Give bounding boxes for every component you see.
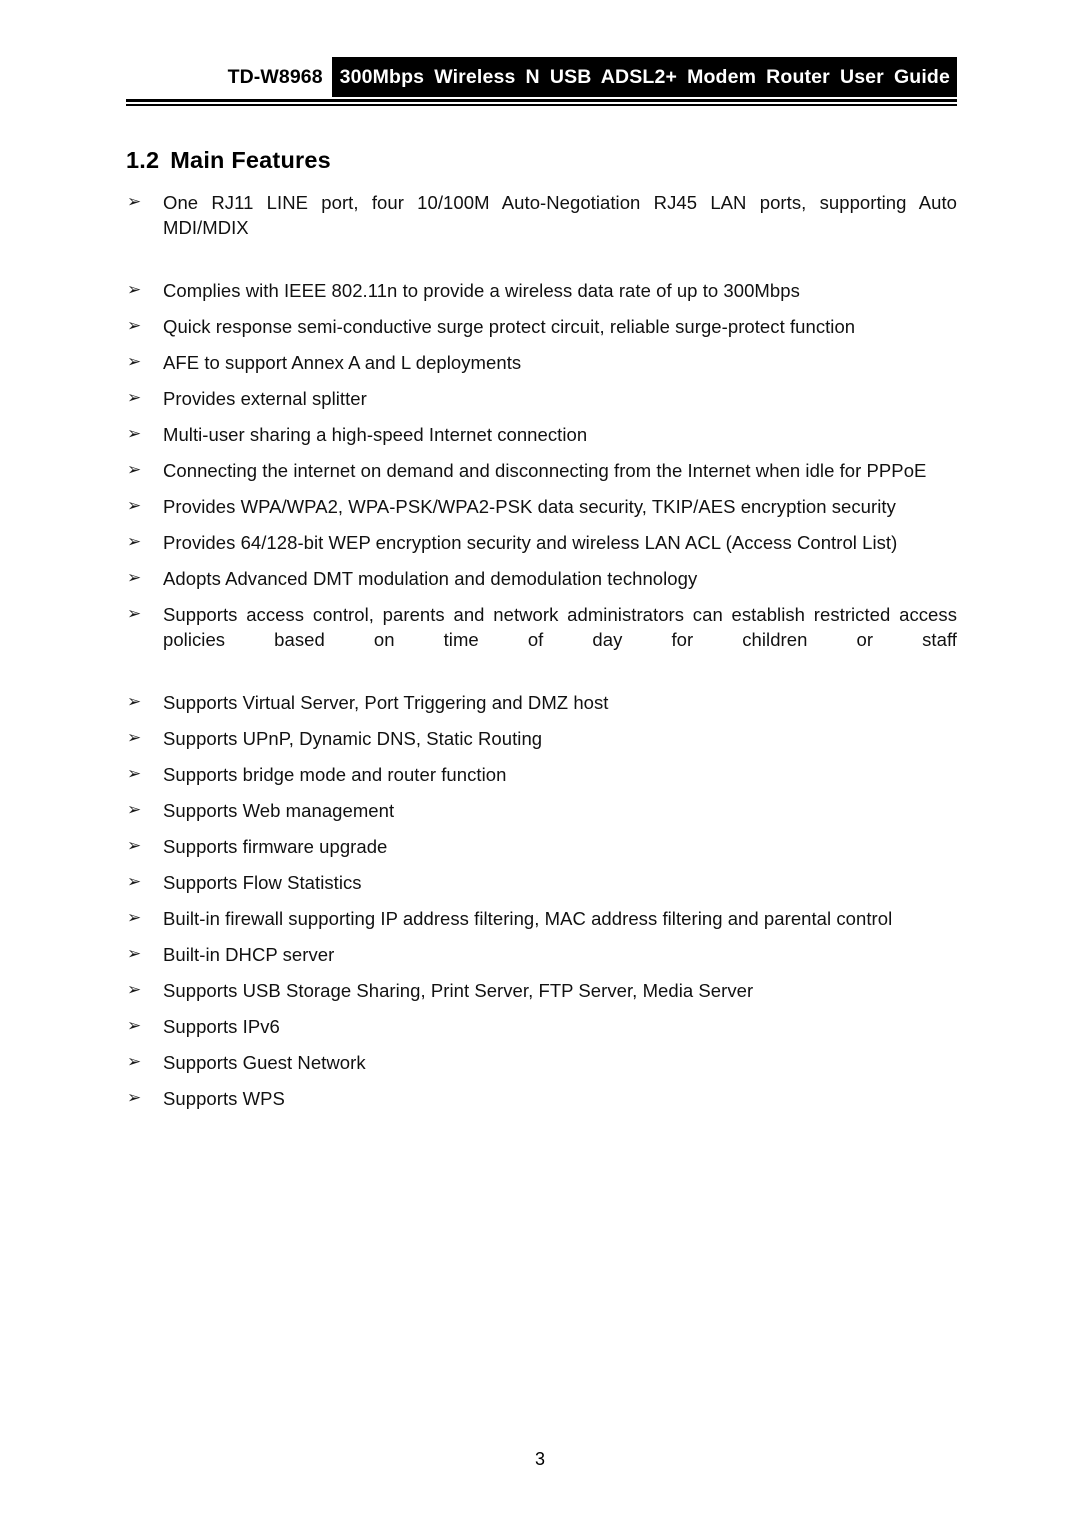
feature-item-text: Provides WPA/WPA2, WPA-PSK/WPA2-PSK data… bbox=[163, 496, 896, 517]
bullet-arrow-icon: ➢ bbox=[127, 532, 142, 552]
feature-list-item: ➢ Supports firmware upgrade bbox=[126, 834, 957, 859]
bullet-arrow-icon: ➢ bbox=[127, 192, 142, 212]
bullet-arrow-icon: ➢ bbox=[127, 872, 142, 892]
main-features-list: ➢ One RJ11 LINE port, four 10/100M Auto-N… bbox=[126, 190, 957, 1122]
bullet-arrow-icon: ➢ bbox=[127, 604, 142, 624]
feature-item-text: Multi-user sharing a high-speed Internet… bbox=[163, 424, 588, 445]
feature-list-item: ➢ Supports access control, parents and ne… bbox=[126, 602, 957, 677]
feature-item-text: Supports IPv6 bbox=[163, 1016, 280, 1037]
feature-item-text: Supports Virtual Server, Port Triggering… bbox=[163, 692, 609, 713]
feature-item-text: One RJ11 LINE port, four 10/100M Auto-Ne… bbox=[163, 192, 957, 238]
feature-list-item: ➢ Supports Guest Network bbox=[126, 1050, 957, 1075]
feature-list-item: ➢ Supports bridge mode and router functio… bbox=[126, 762, 957, 787]
section-number: 1.2 bbox=[126, 146, 160, 173]
page-number: 3 bbox=[534, 1449, 545, 1469]
bullet-arrow-icon: ➢ bbox=[127, 980, 142, 1000]
feature-list-item: ➢ Quick response semi-conductive surge pr… bbox=[126, 314, 957, 339]
feature-list-item: ➢ Complies with IEEE 802.11n to provide a… bbox=[126, 278, 957, 303]
feature-item-text: Supports firmware upgrade bbox=[163, 836, 388, 857]
feature-list-item: ➢ Supports USB Storage Sharing, Print Ser… bbox=[126, 978, 957, 1003]
feature-item-text: Connecting the internet on demand and di… bbox=[163, 460, 927, 481]
feature-item-text: AFE to support Annex A and L deployments bbox=[163, 352, 522, 373]
header-divider-thin-line bbox=[126, 104, 957, 106]
feature-list-item: ➢ Provides external splitter bbox=[126, 386, 957, 411]
bullet-arrow-icon: ➢ bbox=[127, 388, 142, 408]
header-line: TD-W8968 300Mbps Wireless N USB ADSL2+ M… bbox=[126, 57, 957, 97]
feature-list-item: ➢ Provides WPA/WPA2, WPA-PSK/WPA2-PSK dat… bbox=[126, 494, 957, 519]
feature-list-item: ➢ AFE to support Annex A and L deployment… bbox=[126, 350, 957, 375]
bullet-arrow-icon: ➢ bbox=[127, 728, 142, 748]
bullet-arrow-icon: ➢ bbox=[127, 460, 142, 480]
bullet-arrow-icon: ➢ bbox=[127, 692, 142, 712]
section-title: Main Features bbox=[170, 146, 331, 173]
bullet-arrow-icon: ➢ bbox=[127, 316, 142, 336]
feature-list-item: ➢ Multi-user sharing a high-speed Interne… bbox=[126, 422, 957, 447]
feature-list-item: ➢ Supports WPS bbox=[126, 1086, 957, 1111]
feature-item-text: Supports bridge mode and router function bbox=[163, 764, 507, 785]
feature-item-text: Supports UPnP, Dynamic DNS, Static Routi… bbox=[163, 728, 543, 749]
feature-item-text: Quick response semi-conductive surge pro… bbox=[163, 316, 856, 337]
feature-item-text: Supports access control, parents and net… bbox=[163, 604, 957, 650]
feature-item-text: Supports Guest Network bbox=[163, 1052, 366, 1073]
header-product-title: 300Mbps Wireless N USB ADSL2+ Modem Rout… bbox=[331, 57, 957, 97]
bullet-arrow-icon: ➢ bbox=[127, 800, 142, 820]
feature-list-item: ➢ Supports Flow Statistics bbox=[126, 870, 957, 895]
feature-list-item: ➢ Supports Web management bbox=[126, 798, 957, 823]
feature-list-item: ➢ Connecting the internet on demand and d… bbox=[126, 458, 957, 483]
feature-list-item: ➢ Supports Virtual Server, Port Triggerin… bbox=[126, 690, 957, 715]
feature-list-item: ➢ Supports UPnP, Dynamic DNS, Static Rout… bbox=[126, 726, 957, 751]
bullet-arrow-icon: ➢ bbox=[127, 1052, 142, 1072]
feature-item-text: Provides external splitter bbox=[163, 388, 367, 409]
feature-item-text: Built-in DHCP server bbox=[163, 944, 335, 965]
feature-item-text: Supports Flow Statistics bbox=[163, 872, 362, 893]
feature-item-text: Supports USB Storage Sharing, Print Serv… bbox=[163, 980, 754, 1001]
running-header: TD-W8968 300Mbps Wireless N USB ADSL2+ M… bbox=[126, 57, 957, 105]
feature-list-item: ➢ Built-in firewall supporting IP address… bbox=[126, 906, 957, 931]
feature-item-text: Supports Web management bbox=[163, 800, 395, 821]
bullet-arrow-icon: ➢ bbox=[127, 944, 142, 964]
bullet-arrow-icon: ➢ bbox=[127, 1016, 142, 1036]
document-page: TD-W8968 300Mbps Wireless N USB ADSL2+ M… bbox=[0, 0, 1080, 1527]
feature-list-item: ➢ Built-in DHCP server bbox=[126, 942, 957, 967]
feature-list-item: ➢ Adopts Advanced DMT modulation and demo… bbox=[126, 566, 957, 591]
feature-item-text: Provides 64/128-bit WEP encryption secur… bbox=[163, 532, 898, 553]
header-model-name: TD-W8968 bbox=[227, 66, 323, 88]
section-heading: 1.2 Main Features bbox=[126, 147, 331, 174]
feature-list-item: ➢ One RJ11 LINE port, four 10/100M Auto-N… bbox=[126, 190, 957, 265]
bullet-arrow-icon: ➢ bbox=[127, 1088, 142, 1108]
bullet-arrow-icon: ➢ bbox=[127, 280, 142, 300]
feature-item-text: Supports WPS bbox=[163, 1088, 285, 1109]
bullet-arrow-icon: ➢ bbox=[127, 496, 142, 516]
feature-list-item: ➢ Provides 64/128-bit WEP encryption secu… bbox=[126, 530, 957, 555]
bullet-arrow-icon: ➢ bbox=[127, 836, 142, 856]
bullet-arrow-icon: ➢ bbox=[127, 908, 142, 928]
feature-item-text: Built-in firewall supporting IP address … bbox=[163, 908, 893, 929]
bullet-arrow-icon: ➢ bbox=[127, 424, 142, 444]
header-divider bbox=[126, 99, 957, 106]
feature-item-text: Adopts Advanced DMT modulation and demod… bbox=[163, 568, 698, 589]
feature-item-text: Complies with IEEE 802.11n to provide a … bbox=[163, 280, 800, 301]
feature-list-item: ➢ Supports IPv6 bbox=[126, 1014, 957, 1039]
bullet-arrow-icon: ➢ bbox=[127, 568, 142, 588]
bullet-arrow-icon: ➢ bbox=[127, 352, 142, 372]
bullet-arrow-icon: ➢ bbox=[127, 764, 142, 784]
